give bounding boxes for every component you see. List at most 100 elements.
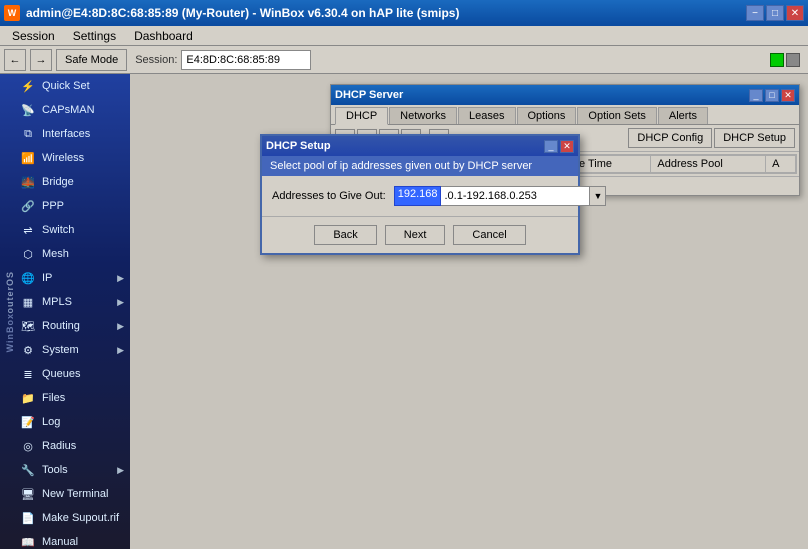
sidebar-item-wireless[interactable]: 📶 Wireless [14,146,130,170]
tab-option-sets[interactable]: Option Sets [577,107,656,124]
sidebar-item-log[interactable]: 📝 Log [14,410,130,434]
sidebar-label-quick-set: Quick Set [42,80,90,92]
manual-icon: 📖 [20,534,36,549]
tools-arrow-icon: ▶ [117,465,124,476]
tab-alerts[interactable]: Alerts [658,107,708,124]
sidebar-item-mesh[interactable]: ⬡ Mesh [14,242,130,266]
sidebar-item-radius[interactable]: ◎ Radius [14,434,130,458]
menu-settings[interactable]: Settings [65,28,124,44]
sidebar-item-tools[interactable]: 🔧 Tools ▶ [14,458,130,482]
files-icon: 📁 [20,390,36,406]
cancel-button[interactable]: Cancel [453,225,525,245]
menu-dashboard[interactable]: Dashboard [126,28,201,44]
dhcp-server-maximize[interactable]: □ [765,89,779,102]
sidebar-label-queues: Queues [42,368,81,380]
routing-icon: 🗺 [20,318,36,334]
title-bar-text: admin@E4:8D:8C:68:85:89 (My-Router) - Wi… [26,6,459,20]
sidebar-item-interfaces[interactable]: ⧉ Interfaces [14,122,130,146]
safe-mode-button[interactable]: Safe Mode [56,49,127,71]
address-dropdown-btn[interactable]: ▼ [590,186,606,206]
new-terminal-icon: 🖥 [20,486,36,502]
content-area: DHCP Server _ □ ✕ DHCP Networks Leases O… [130,74,808,549]
dialog-form: Addresses to Give Out: 192.168 ▼ [262,176,578,216]
address-rest-input[interactable] [441,186,590,206]
tools-icon: 🔧 [20,462,36,478]
sidebar-item-bridge[interactable]: 🌉 Bridge [14,170,130,194]
sidebar-label-tools: Tools [42,464,68,476]
addresses-label: Addresses to Give Out: [272,190,386,202]
menu-bar: Session Settings Dashboard [0,26,808,46]
queues-icon: ≣ [20,366,36,382]
dhcp-server-close[interactable]: ✕ [781,89,795,102]
sidebar-label-switch: Switch [42,224,74,236]
app-icon: W [4,5,20,21]
title-bar-controls: − □ ✕ [746,5,804,21]
dhcp-config-button[interactable]: DHCP Config [628,128,712,148]
minimize-button[interactable]: − [746,5,764,21]
sidebar-label-new-terminal: New Terminal [42,488,108,500]
sidebar-label-manual: Manual [42,536,78,548]
sidebar-label-ip: IP [42,272,52,284]
status-light-green [770,53,784,67]
forward-button[interactable]: → [30,49,52,71]
sidebar-item-files[interactable]: 📁 Files [14,386,130,410]
sidebar-item-new-terminal[interactable]: 🖥 New Terminal [14,482,130,506]
sidebar-label-files: Files [42,392,65,404]
session-label: Session: [135,54,177,66]
dialog-buttons: Back Next Cancel [262,216,578,253]
sidebar-item-switch[interactable]: ⇌ Switch [14,218,130,242]
log-icon: 📝 [20,414,36,430]
routing-arrow-icon: ▶ [117,321,124,332]
sidebar-label-system: System [42,344,79,356]
back-button[interactable]: Back [314,225,376,245]
back-button[interactable]: ← [4,49,26,71]
wireless-icon: 📶 [20,150,36,166]
ppp-icon: 🔗 [20,198,36,214]
main-layout: outerOS WinBox ⚡ Quick Set 📡 CAPsMAN ⧉ I… [0,74,808,549]
tab-networks[interactable]: Networks [389,107,457,124]
addresses-row: Addresses to Give Out: 192.168 ▼ [272,186,568,206]
tab-dhcp[interactable]: DHCP [335,107,388,125]
sidebar-item-routing[interactable]: 🗺 Routing ▶ [14,314,130,338]
sidebar-item-ip[interactable]: 🌐 IP ▶ [14,266,130,290]
sidebar-item-capsman[interactable]: 📡 CAPsMAN [14,98,130,122]
sidebar-item-queues[interactable]: ≣ Queues [14,362,130,386]
mpls-icon: ▦ [20,294,36,310]
sidebar-item-quick-set[interactable]: ⚡ Quick Set [14,74,130,98]
sidebar-label-log: Log [42,416,60,428]
make-supout-icon: 📄 [20,510,36,526]
tab-leases[interactable]: Leases [458,107,515,124]
sidebar-label-make-supout: Make Supout.rif [42,512,119,524]
dhcp-setup-dialog: DHCP Setup _ ✕ Select pool of ip address… [260,134,580,255]
session-input[interactable] [181,50,311,70]
dhcp-setup-button[interactable]: DHCP Setup [714,128,795,148]
sidebar: outerOS WinBox ⚡ Quick Set 📡 CAPsMAN ⧉ I… [0,74,130,549]
maximize-button[interactable]: □ [766,5,784,21]
interfaces-icon: ⧉ [20,126,36,142]
dhcp-server-title-bar: DHCP Server _ □ ✕ [331,85,799,105]
dialog-instruction: Select pool of ip addresses given out by… [262,156,578,176]
bridge-icon: 🌉 [20,174,36,190]
dialog-minimize[interactable]: _ [544,140,558,153]
system-arrow-icon: ▶ [117,345,124,356]
menu-session[interactable]: Session [4,28,63,44]
sidebar-label-capsman: CAPsMAN [42,104,95,116]
sidebar-item-mpls[interactable]: ▦ MPLS ▶ [14,290,130,314]
col-a[interactable]: A [766,156,796,173]
ip-icon: 🌐 [20,270,36,286]
sidebar-item-system[interactable]: ⚙ System ▶ [14,338,130,362]
close-button[interactable]: ✕ [786,5,804,21]
dhcp-server-minimize[interactable]: _ [749,89,763,102]
switch-icon: ⇌ [20,222,36,238]
sidebar-label-routing: Routing [42,320,80,332]
col-address-pool[interactable]: Address Pool [651,156,766,173]
sidebar-item-make-supout[interactable]: 📄 Make Supout.rif [14,506,130,530]
sidebar-item-ppp[interactable]: 🔗 PPP [14,194,130,218]
next-button[interactable]: Next [385,225,446,245]
dialog-close[interactable]: ✕ [560,140,574,153]
ip-arrow-icon: ▶ [117,273,124,284]
sidebar-item-manual[interactable]: 📖 Manual [14,530,130,549]
addresses-input-group: 192.168 ▼ [394,186,607,206]
tab-options[interactable]: Options [517,107,577,124]
address-highlight[interactable]: 192.168 [394,186,442,206]
